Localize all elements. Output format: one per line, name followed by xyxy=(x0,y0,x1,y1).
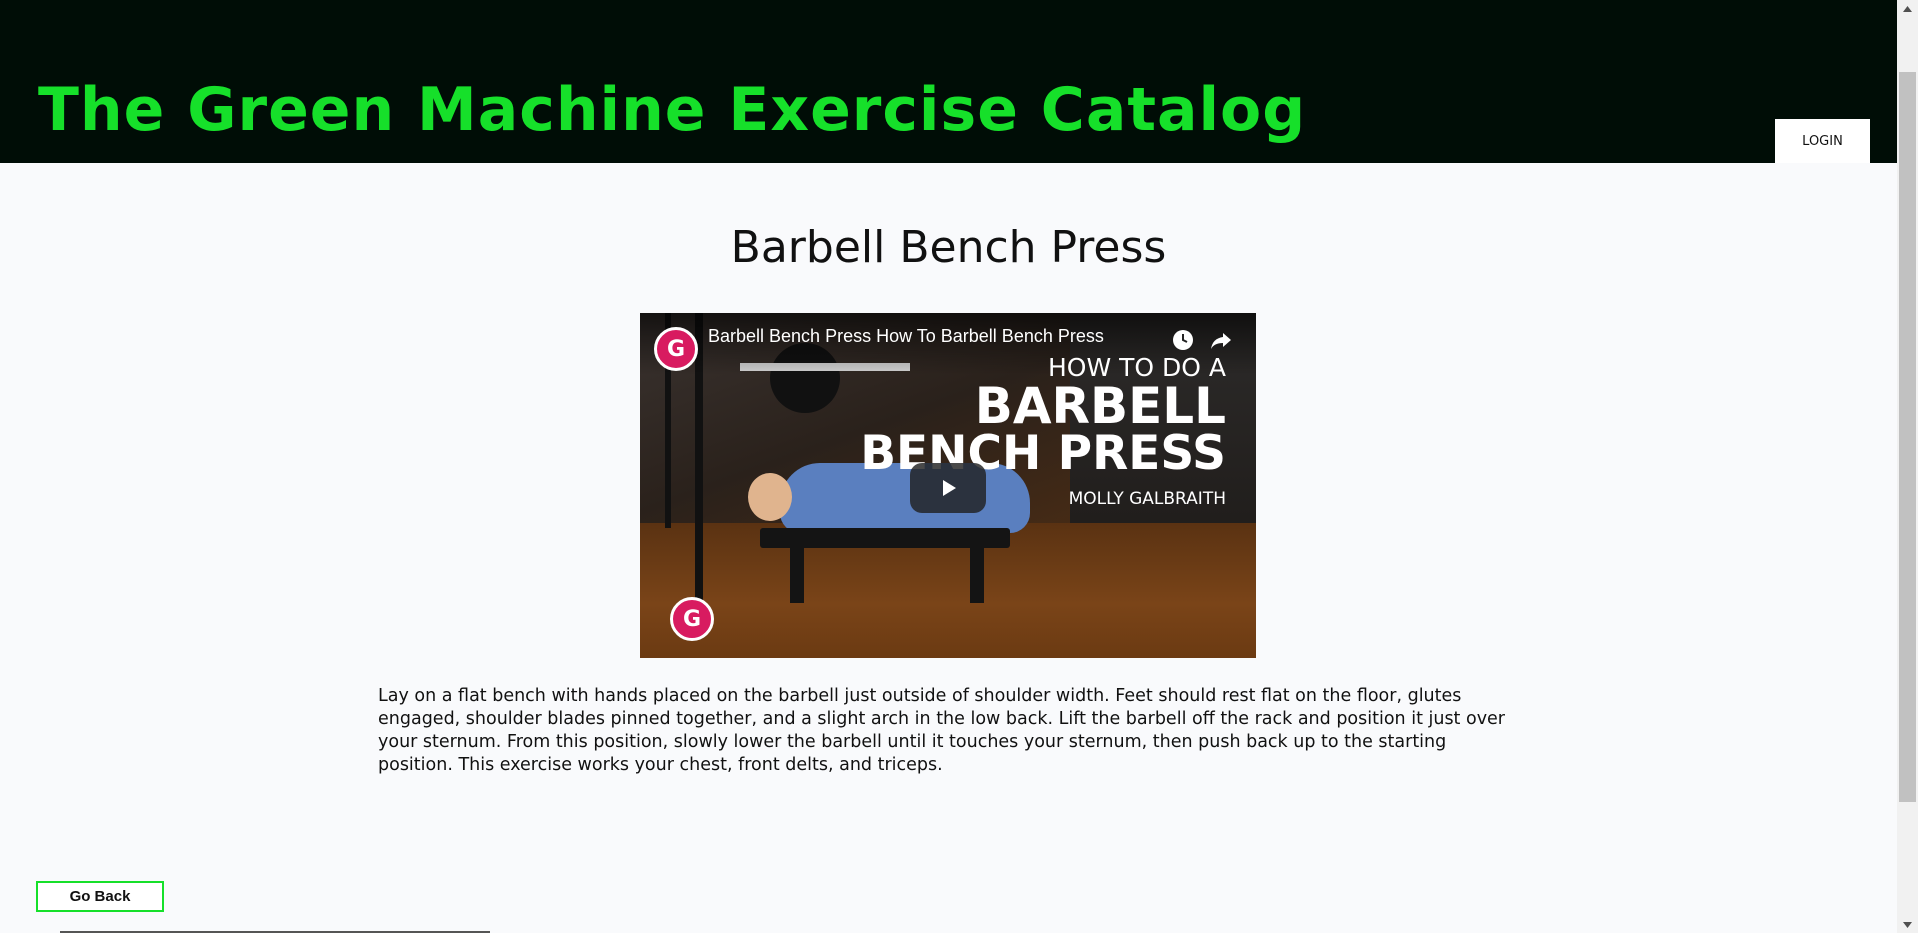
scroll-down-arrow-icon[interactable] xyxy=(1897,916,1918,933)
share-icon[interactable] xyxy=(1208,327,1234,353)
site-header: The Green Machine Exercise Catalog LOGIN xyxy=(0,0,1897,163)
video-title-link[interactable]: Barbell Bench Press How To Barbell Bench… xyxy=(708,326,1104,347)
channel-logo-icon[interactable]: G xyxy=(654,327,698,371)
go-back-button[interactable]: Go Back xyxy=(36,881,164,912)
scrollbar[interactable] xyxy=(1897,0,1918,933)
play-button[interactable] xyxy=(910,463,986,513)
scrollbar-thumb[interactable] xyxy=(1899,72,1916,802)
play-icon xyxy=(943,480,956,496)
video-player[interactable]: G Barbell Bench Press How To Barbell Ben… xyxy=(640,313,1256,658)
exercise-title: Barbell Bench Press xyxy=(730,222,1167,273)
video-scene-bench-leg xyxy=(970,543,984,603)
video-overlay-text: BARBELL xyxy=(974,377,1226,435)
watch-later-icon[interactable] xyxy=(1170,327,1196,353)
video-overlay-author: MOLLY GALBRAITH xyxy=(1068,489,1226,509)
exercise-description: Lay on a flat bench with hands placed on… xyxy=(378,686,1506,775)
page: The Green Machine Exercise Catalog LOGIN… xyxy=(0,0,1918,933)
scroll-up-arrow-icon[interactable] xyxy=(1897,0,1918,17)
site-title: The Green Machine Exercise Catalog xyxy=(38,75,1307,145)
video-scene-person-head xyxy=(748,473,792,521)
channel-watermark-icon[interactable]: G xyxy=(670,597,714,641)
login-button[interactable]: LOGIN xyxy=(1775,119,1870,163)
video-scene-bench-leg xyxy=(790,543,804,603)
